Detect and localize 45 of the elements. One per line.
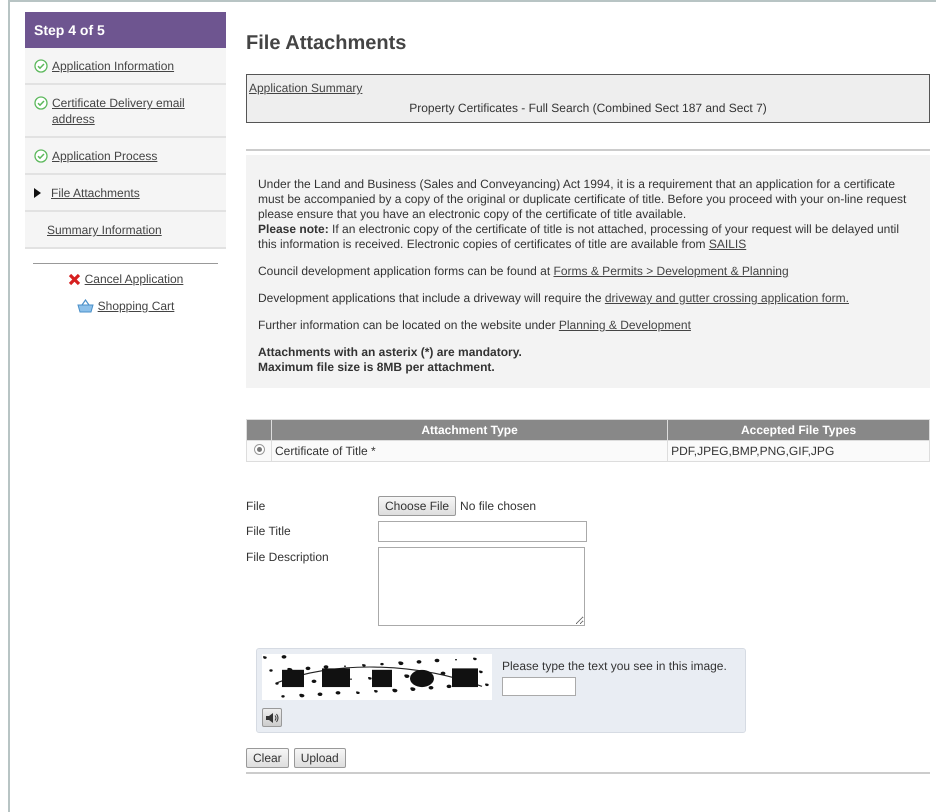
note-text: Attachments with an asterix (*) are mandatory. xyxy=(258,345,523,360)
info-paragraph: Council development application forms can be found at Forms & Permits > Development & Planning xyxy=(258,264,790,279)
info-paragraph: Further information can be located on the website under Planning & Development xyxy=(258,318,692,333)
step-link[interactable]: File Attachments xyxy=(51,185,140,201)
choose-file-button[interactable]: Choose File xyxy=(378,496,456,516)
audio-button[interactable] xyxy=(262,708,282,727)
field-label: File Description xyxy=(246,549,330,564)
step-link[interactable]: Certificate Delivery email address xyxy=(52,95,217,127)
cart-link[interactable]: Shopping Cart xyxy=(76,299,174,313)
close-icon xyxy=(68,272,81,286)
column-header: Accepted File Types xyxy=(668,420,930,440)
field-label: File xyxy=(246,498,266,513)
step-header: Step 4 of 5 xyxy=(25,12,226,48)
file-status: No file chosen xyxy=(460,499,536,513)
action-button[interactable]: Upload xyxy=(294,748,346,768)
step-link[interactable]: Application Process xyxy=(52,148,158,164)
info-paragraph: Under the Land and Business (Sales and Conveyancing) Act 1994, it is a requirement that an application for a certificate must be accompanied by a copy of the original or duplicate certificate of title. Before you proceed with your on-line request please ensure that you have an electronic copy of the certificate of title available. Please note: If an electronic copy of the certificate of title is not attached, processing of your request will be delayed until this information is received. Electronic copies of certificates of title are available from SAILIS xyxy=(258,177,908,252)
column-header: Attachment Type xyxy=(272,420,668,440)
page-title: File Attachments xyxy=(246,32,408,55)
info-link[interactable]: Forms & Permits > Development & Planning xyxy=(554,264,789,278)
info-link[interactable]: SAILIS xyxy=(708,237,746,251)
cancel-link[interactable]: Cancel Application xyxy=(68,272,184,286)
product-name: Property Certificates - Full Search (Combined Sect 187 and Sect 7) xyxy=(409,101,767,115)
captcha-input[interactable] xyxy=(502,677,576,696)
captcha-prompt: Please type the text you see in this image. xyxy=(502,659,728,673)
title-input[interactable] xyxy=(378,521,587,542)
table-cell: PDF,JPEG,BMP,PNG,GIF,JPG xyxy=(668,440,930,462)
info-link[interactable]: Planning & Development xyxy=(558,318,691,332)
note-text: Maximum file size is 8MB per attachment. xyxy=(258,360,496,375)
info-paragraph: Development applications that include a driveway will require the driveway and gutter crossing application form. xyxy=(258,291,850,306)
field-label: File Title xyxy=(246,523,292,538)
basket-icon xyxy=(76,299,94,313)
check-icon xyxy=(34,59,48,73)
table-cell: Certificate of Title * xyxy=(272,440,668,462)
description-input[interactable] xyxy=(378,547,585,626)
triangle-icon xyxy=(34,188,41,198)
action-button[interactable]: Clear xyxy=(246,748,289,768)
speaker-icon xyxy=(265,712,279,724)
step-link[interactable]: Summary Information xyxy=(47,222,162,238)
step-link[interactable]: Application Information xyxy=(52,58,174,74)
check-icon xyxy=(34,149,48,163)
summary-link[interactable]: Application Summary xyxy=(249,81,362,95)
check-icon xyxy=(34,96,48,110)
radio-button[interactable] xyxy=(254,444,264,455)
info-link[interactable]: driveway and gutter crossing application form. xyxy=(604,291,849,305)
